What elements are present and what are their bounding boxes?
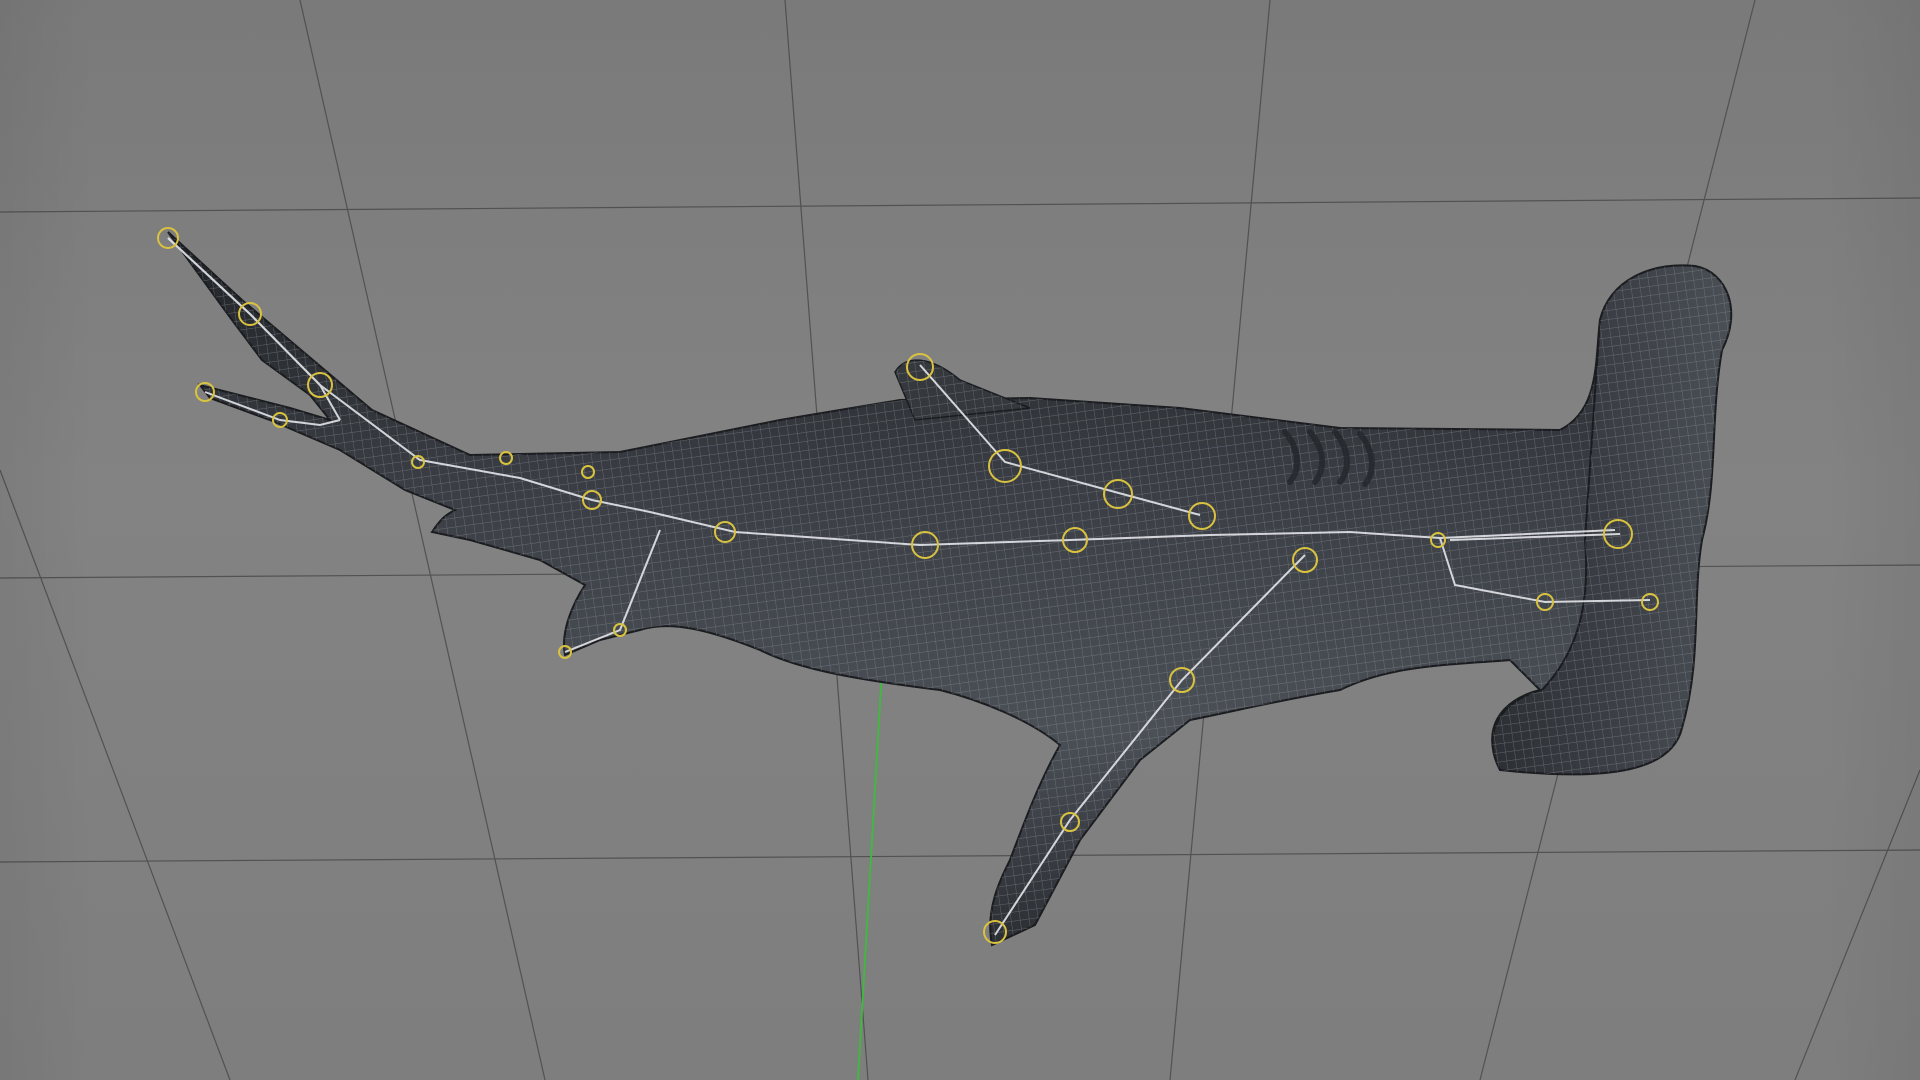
shark-body-wireframe <box>168 232 1730 945</box>
viewport-edge-shade-right <box>1824 0 1920 1080</box>
grid-line <box>0 197 1920 213</box>
viewport-scene[interactable] <box>0 0 1920 1080</box>
3d-viewport[interactable] <box>0 0 1920 1080</box>
world-y-axis <box>857 617 886 1080</box>
grid-line <box>0 849 1920 863</box>
shark-mesh[interactable] <box>167 231 1733 947</box>
viewport-edge-shade-left <box>0 0 96 1080</box>
